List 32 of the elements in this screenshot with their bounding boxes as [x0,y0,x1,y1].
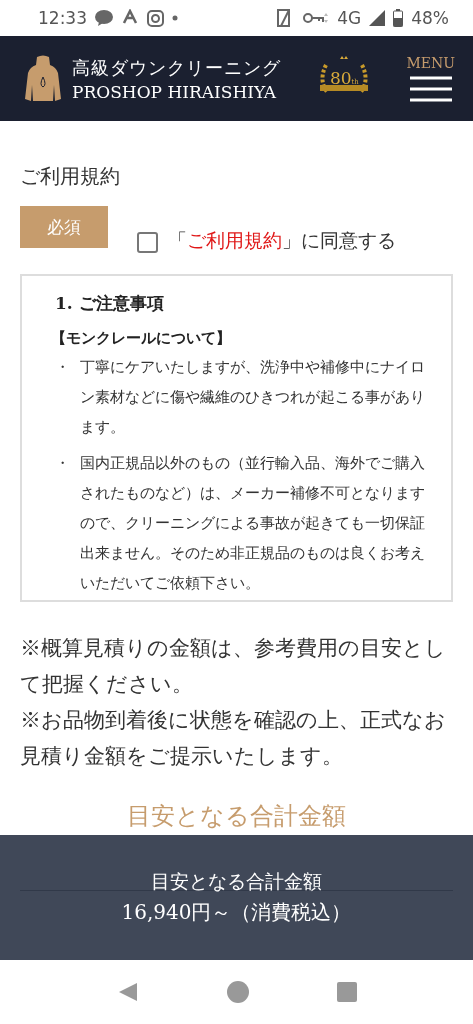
total-amount: 16,940円～（消費税込） [121,899,352,926]
section-label: ご利用規約 [20,163,121,190]
home-button[interactable] [226,981,249,1003]
recents-button[interactable] [336,982,357,1002]
bullet-mark: ・ [55,453,71,474]
battery-icon [393,9,404,27]
chat-bubble-icon [95,10,113,26]
total-title: 目安となる合計金額 [151,869,322,894]
terms-link[interactable]: ご利用規約 [187,229,282,251]
clock: 12:33 [38,8,87,28]
menu-button[interactable]: MENU [406,54,455,103]
estimate-title: 目安となる合計金額 [127,801,346,832]
camera-icon [147,9,164,27]
brand-subtitle: PROSHOP HIRAISHIYA [72,81,278,102]
network-type: 4G [337,8,362,28]
note-text: ※概算見積りの金額は、参考費用の目安として把握ください。 [20,635,447,698]
brand-title: 高級ダウンクリーニング [72,55,281,80]
agree-checkbox[interactable] [137,232,158,253]
signal-icon [369,10,386,26]
bullet-text: 丁寧にケアいたしますが、洗浄中や補修中にナイロン素材などに傷や繊維のひきつれが起こる事があります。 [80,357,426,438]
bullet-mark: ・ [55,357,71,378]
menu-icon [409,74,452,103]
jacket-logo-icon [24,54,62,103]
required-tag: 必須 [20,206,108,248]
terms-heading: 1. ご注意事項 [55,292,165,315]
terms-subheading: 【モンクレールについて】 [51,329,232,348]
bullet-text: 国内正規品以外のもの（並行輸入品、海外でご購入されたものなど）は、メーカー補修不可となりますので、クリーニングによる事故が起きても一切保証出来ません。そのため非正規品のものは良くお考えいただいてご依頼下さい。 [80,453,426,594]
battery-percent: 48% [411,8,449,28]
agree-label: 「ご利用規約」に同意する [168,228,396,253]
note-text: ※お品物到着後に状態を確認の上、正式なお見積り金額をご提示いたします。 [20,707,447,770]
key-icon [303,12,330,24]
dot-icon [172,15,178,21]
